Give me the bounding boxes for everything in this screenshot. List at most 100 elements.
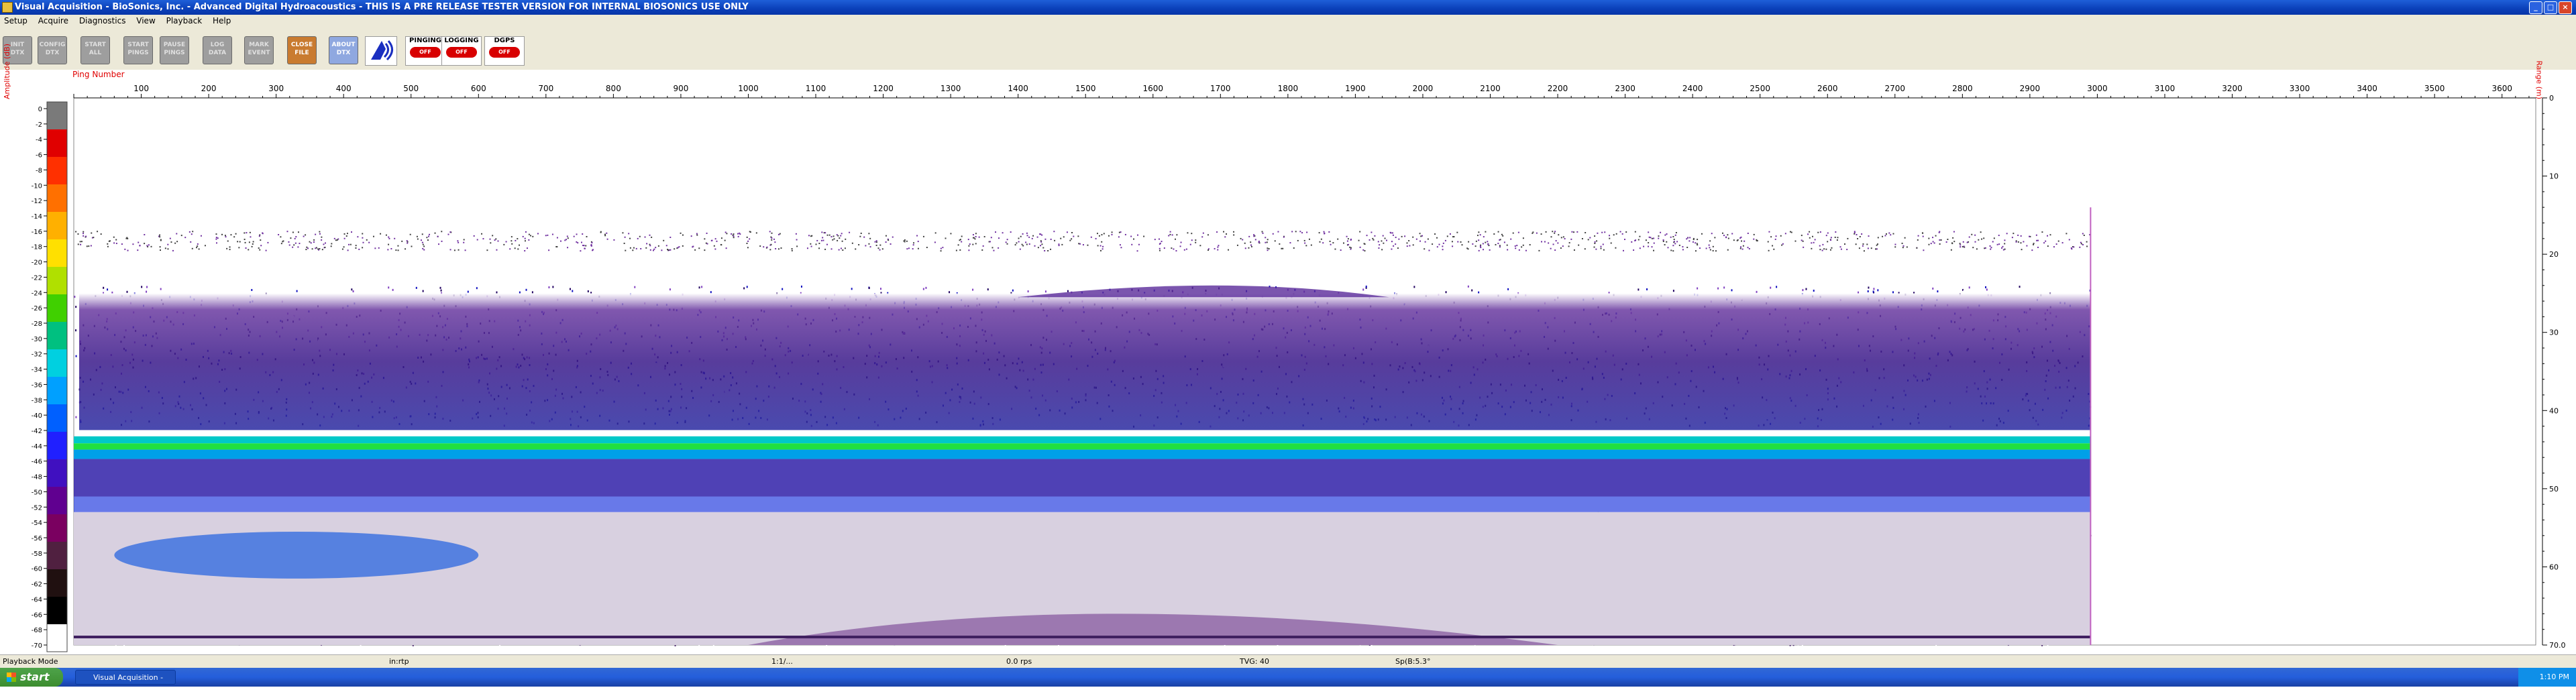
echo-sample [1611, 243, 1612, 244]
echo-sample [321, 237, 322, 238]
menu-acquire[interactable]: Acquire [34, 15, 72, 25]
echo-sample [138, 242, 139, 243]
echo-sample [1697, 239, 1698, 240]
close-button[interactable]: × [2559, 1, 2572, 14]
echo-sample [678, 247, 679, 248]
echo-sample [1350, 239, 1352, 240]
echo-sample [1282, 248, 1283, 249]
echo-sample [1445, 240, 1446, 241]
echo-sample [1265, 242, 1266, 243]
start-all-button[interactable]: STARTALL [80, 36, 110, 64]
echo-sample [387, 249, 388, 250]
echo-sample [859, 236, 861, 237]
echo-sample [1366, 235, 1368, 236]
menu-view[interactable]: View [132, 15, 159, 25]
echo-sample [2086, 245, 2088, 247]
echo-sample [1928, 238, 1929, 239]
echo-sample [1878, 237, 1879, 238]
echo-sample [1985, 286, 1986, 288]
echo-sample [322, 249, 323, 250]
echo-sample [2079, 247, 2080, 248]
echo-sample [885, 241, 887, 243]
echo-sample [1858, 292, 1859, 294]
colorbar-segment [47, 487, 67, 515]
echo-sample [1305, 245, 1307, 246]
echo-sample [78, 243, 79, 245]
echo-sample [297, 246, 299, 247]
amp-tick-label: -46 [32, 459, 42, 466]
echo-sample [295, 236, 297, 237]
menu-help[interactable]: Help [209, 15, 235, 25]
echo-sample [581, 242, 582, 243]
echogram-display[interactable]: 1002003004005006007008009001000110012001… [0, 74, 2576, 654]
echo-sample [362, 233, 363, 235]
echo-sample [1251, 246, 1252, 247]
echo-sample [233, 236, 235, 237]
echo-sample [447, 234, 449, 235]
echo-sample [1245, 247, 1246, 249]
echo-sample [1873, 288, 1874, 290]
log-data-button[interactable]: LOGDATA [203, 36, 232, 64]
echo-sample [1904, 237, 1906, 239]
echo-sample [1727, 249, 1729, 251]
echo-sample [630, 247, 631, 249]
echo-sample [950, 233, 951, 234]
echo-sample [958, 244, 959, 245]
echo-sample [1295, 231, 1297, 232]
echo-sample [1932, 237, 1933, 238]
start-pings-button[interactable]: STARTPINGS [123, 36, 153, 64]
echo-sample [1652, 246, 1653, 247]
echo-sample [1515, 245, 1516, 247]
echo-sample [226, 248, 227, 249]
x-tick-label: 500 [403, 84, 419, 93]
echo-sample [1160, 243, 1161, 244]
menu-diagnostics[interactable]: Diagnostics [75, 15, 130, 25]
echo-sample [1045, 290, 1046, 292]
x-tick-label: 3100 [2155, 84, 2176, 93]
range-tick-label: 50 [2549, 485, 2559, 493]
echo-sample [1301, 232, 1303, 233]
echo-sample [738, 236, 739, 237]
echo-sample [704, 238, 705, 239]
biosonics-logo-icon[interactable] [365, 36, 397, 66]
echo-sample [482, 238, 484, 239]
echo-sample [292, 231, 294, 233]
echo-sample [1369, 239, 1371, 241]
echo-sample [560, 290, 561, 292]
echo-sample [299, 243, 300, 244]
config-dtx-button[interactable]: CONFIGDTX [38, 36, 67, 64]
echo-sample [782, 288, 783, 290]
echo-sample [591, 244, 592, 245]
echo-sample [458, 249, 460, 251]
menu-playback[interactable]: Playback [162, 15, 207, 25]
close-file-button[interactable]: CLOSEFILE [287, 36, 317, 64]
echo-sample [875, 241, 876, 243]
pause-pings-button[interactable]: PAUSEPINGS [160, 36, 189, 64]
echo-sample [747, 286, 748, 288]
echo-sample [771, 233, 773, 234]
echo-sample [1741, 241, 1742, 242]
echo-sample [159, 236, 160, 237]
mark-event-button[interactable]: MARKEVENT [244, 36, 274, 64]
amp-tick-label: -64 [32, 596, 42, 603]
echo-sample [1161, 241, 1163, 242]
menu-setup[interactable]: Setup [0, 15, 32, 25]
minimize-button[interactable]: _ [2529, 1, 2542, 14]
echo-sample [1809, 237, 1811, 239]
echo-sample [1412, 237, 1413, 238]
echo-sample [1805, 288, 1807, 290]
echo-sample [366, 239, 368, 241]
echo-sample [1393, 235, 1394, 236]
echo-sample [792, 248, 793, 249]
echo-sample [1460, 241, 1462, 243]
echo-sample [653, 249, 655, 250]
amp-tick-label: -62 [32, 581, 42, 589]
echo-sample [842, 249, 843, 251]
echo-sample [1436, 292, 1437, 294]
echo-sample [197, 245, 198, 247]
echo-sample [1381, 240, 1382, 241]
maximize-button[interactable]: □ [2544, 1, 2557, 14]
echo-sample [1529, 244, 1531, 245]
echo-sample [1058, 243, 1059, 245]
about-dtx-button[interactable]: ABOUTDTX [329, 36, 358, 64]
